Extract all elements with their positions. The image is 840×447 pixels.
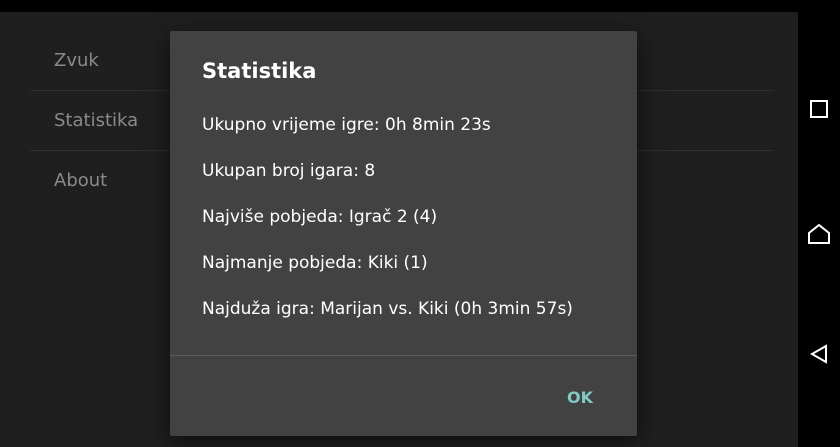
back-button[interactable]	[798, 324, 840, 384]
stat-longest-game: Najduža igra: Marijan vs. Kiki (0h 3min …	[202, 299, 573, 319]
home-button[interactable]	[798, 204, 840, 264]
settings-item-zvuk-label: Zvuk	[54, 50, 99, 71]
status-bar	[0, 0, 798, 12]
ok-button[interactable]: OK	[554, 379, 606, 415]
back-triangle-icon	[809, 344, 827, 364]
navigation-bar	[798, 0, 840, 447]
settings-item-statistika-label: Statistika	[54, 110, 139, 131]
dialog-title: Statistika	[202, 59, 317, 83]
home-icon	[808, 223, 830, 244]
dialog-divider	[170, 355, 637, 356]
stat-most-wins: Najviše pobjeda: Igrač 2 (4)	[202, 207, 438, 227]
square-icon	[810, 100, 828, 118]
recent-apps-button[interactable]	[798, 79, 840, 139]
stat-total-time: Ukupno vrijeme igre: 0h 8min 23s	[202, 115, 491, 135]
stat-games-count: Ukupan broj igara: 8	[202, 161, 376, 181]
statistics-dialog: Statistika Ukupno vrijeme igre: 0h 8min …	[170, 31, 637, 436]
settings-item-about-label: About	[54, 170, 108, 191]
stat-fewest-wins: Najmanje pobjeda: Kiki (1)	[202, 253, 428, 273]
